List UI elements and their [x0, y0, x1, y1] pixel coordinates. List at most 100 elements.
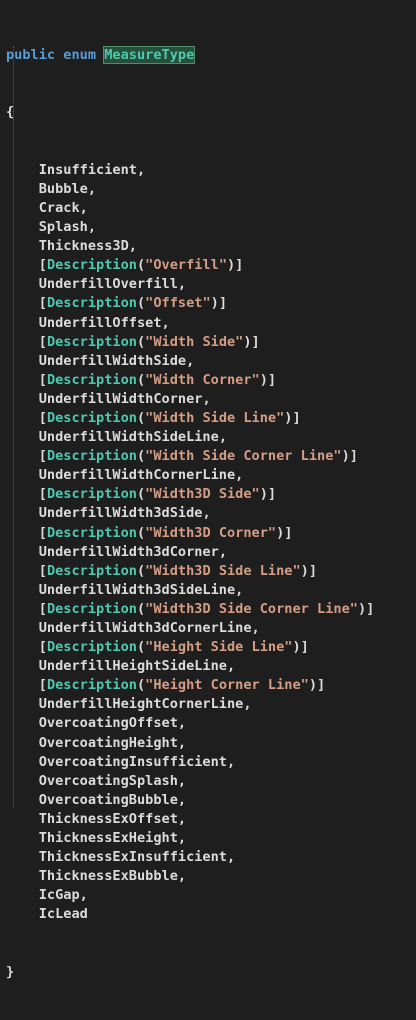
member-comma: ,	[136, 161, 146, 178]
code-editor[interactable]: public enum MeasureType { Insufficient, …	[0, 0, 416, 980]
close-paren-bracket: )]	[357, 600, 375, 617]
close-paren-bracket: )]	[300, 562, 318, 579]
code-block[interactable]: public enum MeasureType { Insufficient, …	[6, 8, 374, 1020]
open-bracket: [	[38, 486, 47, 503]
member-comma: ,	[251, 620, 260, 636]
member-comma: ,	[218, 429, 227, 446]
enum-member-line: Insufficient,	[6, 161, 374, 180]
open-bracket: [	[38, 562, 47, 579]
enum-member-name[interactable]: ThicknessExInsufficient	[39, 849, 227, 865]
open-paren: (	[136, 295, 146, 312]
enum-member-name[interactable]: OvercoatingHeight	[39, 735, 178, 751]
attribute-string: "Width3D Side Line"	[145, 562, 301, 579]
enum-member-name[interactable]: OvercoatingInsufficient	[39, 754, 227, 770]
close-brace: }	[6, 963, 15, 980]
attribute-string: "Width3D Corner"	[145, 524, 277, 541]
close-paren-bracket: )]	[276, 524, 293, 541]
close-paren-bracket: )]	[341, 448, 358, 465]
enum-member-line: UnderfillWidthSide,	[6, 352, 374, 371]
enum-member-name[interactable]: UnderfillWidth3dSide	[39, 505, 203, 521]
close-paren-bracket: )]	[243, 333, 260, 350]
enum-type-name[interactable]: MeasureType	[103, 46, 196, 65]
enum-member-line: UnderfillWidth3dCornerLine,	[6, 619, 374, 638]
enum-member-name[interactable]: UnderfillWidth3dSideLine	[39, 582, 235, 598]
open-paren: (	[136, 409, 146, 426]
close-paren-bracket: )]	[284, 409, 301, 426]
member-comma: ,	[235, 581, 244, 598]
enum-member-name[interactable]: UnderfillOffset	[39, 315, 162, 331]
attribute-string: "Overfill"	[145, 257, 227, 274]
member-comma: ,	[177, 868, 187, 885]
open-bracket: [	[38, 371, 47, 388]
enum-member-name[interactable]: Insufficient	[39, 162, 137, 178]
enum-member-line: OvercoatingBubble,	[6, 791, 374, 810]
member-comma: ,	[177, 772, 187, 789]
enum-member-line: UnderfillHeightSideLine,	[6, 657, 374, 676]
member-comma: ,	[202, 505, 211, 522]
attribute-name: Description	[46, 562, 137, 579]
open-paren: (	[136, 257, 146, 274]
enum-member-name[interactable]: Splash	[39, 219, 88, 235]
enum-member-name[interactable]: Thickness3D	[39, 238, 129, 254]
member-comma: ,	[177, 791, 187, 808]
enum-member-name[interactable]: ThicknessExHeight	[39, 830, 178, 846]
member-comma: ,	[243, 696, 252, 713]
enum-member-name[interactable]: UnderfillHeightSideLine	[39, 658, 227, 674]
enum-member-name[interactable]: UnderfillWidth3dCorner	[39, 544, 219, 560]
enum-member-name[interactable]: IcGap	[39, 887, 80, 903]
enum-member-name[interactable]: OvercoatingBubble	[39, 792, 178, 808]
open-bracket: [	[38, 600, 47, 617]
open-bracket: [	[38, 295, 47, 312]
member-comma: ,	[227, 849, 236, 866]
enum-member-name[interactable]: UnderfillWidthSideLine	[39, 429, 219, 445]
member-comma: ,	[161, 314, 170, 331]
enum-member-line: UnderfillOffset,	[6, 314, 374, 333]
enum-member-name[interactable]: OvercoatingOffset	[39, 715, 178, 731]
open-brace: {	[6, 104, 15, 121]
member-comma: ,	[177, 276, 187, 293]
attribute-name: Description	[46, 371, 137, 388]
enum-member-name[interactable]: UnderfillWidthCornerLine	[39, 467, 235, 483]
open-bracket: [	[38, 524, 47, 541]
enum-member-line: OvercoatingHeight,	[6, 734, 374, 753]
open-paren: (	[136, 600, 146, 617]
member-comma: ,	[87, 180, 97, 197]
attribute-name: Description	[46, 524, 137, 541]
enum-member-line: Thickness3D,	[6, 237, 374, 256]
open-paren: (	[136, 448, 146, 465]
attribute-name: Description	[46, 257, 137, 274]
enum-member-name[interactable]: OvercoatingSplash	[39, 773, 178, 789]
open-paren: (	[136, 486, 146, 503]
enum-declaration-line: public enum MeasureType	[6, 46, 374, 65]
enum-member-name[interactable]: UnderfillOverfill	[39, 276, 178, 292]
enum-member-line: OvercoatingSplash,	[6, 772, 374, 791]
enum-member-name[interactable]: UnderfillWidth3dCornerLine	[39, 620, 252, 636]
enum-member-name[interactable]: ThicknessExBubble	[39, 868, 178, 884]
enum-member-line: UnderfillOverfill,	[6, 275, 374, 294]
member-comma: ,	[186, 352, 195, 369]
enum-member-name[interactable]: UnderfillHeightCornerLine	[39, 696, 244, 712]
attribute-line: [Description("Width Side")]	[6, 333, 374, 352]
enum-members: Insufficient, Bubble, Crack, Splash, Thi…	[6, 161, 375, 925]
enum-member-name[interactable]: IcLead	[39, 906, 88, 922]
attribute-string: "Height Corner Line"	[145, 677, 309, 694]
enum-member-line: UnderfillWidthSideLine,	[6, 428, 374, 447]
attribute-string: "Width3D Side"	[145, 486, 260, 503]
enum-member-name[interactable]: Bubble	[39, 181, 88, 197]
enum-member-name[interactable]: UnderfillWidthSide	[39, 353, 186, 369]
enum-member-line: UnderfillWidthCorner,	[6, 390, 374, 409]
member-comma: ,	[202, 390, 211, 407]
enum-member-name[interactable]: Crack	[39, 200, 80, 216]
enum-member-name[interactable]: ThicknessExOffset	[39, 811, 178, 827]
attribute-line: [Description("Width3D Corner")]	[6, 524, 374, 543]
open-paren: (	[136, 524, 146, 541]
enum-member-line: Crack,	[6, 199, 374, 218]
enum-member-name[interactable]: UnderfillWidthCorner	[39, 391, 203, 407]
attribute-string: "Width Side Line"	[145, 409, 285, 426]
close-paren-bracket: )]	[259, 486, 277, 503]
attribute-line: [Description("Offset")]	[6, 294, 374, 313]
attribute-name: Description	[46, 295, 137, 312]
attribute-line: [Description("Height Side Line")]	[6, 638, 374, 657]
enum-member-line: OvercoatingInsufficient,	[6, 753, 374, 772]
open-paren: (	[136, 677, 146, 694]
